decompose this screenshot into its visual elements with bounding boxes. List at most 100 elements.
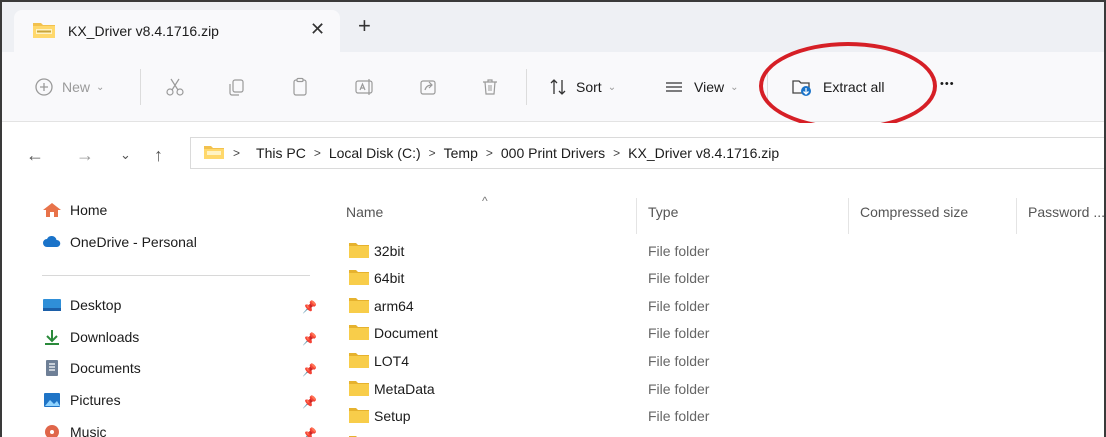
- folder-icon: [348, 407, 370, 424]
- home-icon: [42, 202, 62, 218]
- sidebar-item-label: Downloads: [70, 329, 140, 345]
- file-type: File folder: [648, 243, 710, 259]
- column-divider[interactable]: [1016, 198, 1017, 234]
- file-name: 32bit: [374, 243, 405, 259]
- column-header-password[interactable]: Password ...: [1028, 204, 1104, 220]
- pin-icon[interactable]: 📌: [302, 332, 317, 346]
- pin-icon[interactable]: 📌: [302, 427, 317, 437]
- list-item[interactable]: Document File folder: [326, 320, 1104, 347]
- divider: [526, 69, 527, 105]
- list-item[interactable]: Setup File folder: [326, 403, 1104, 430]
- forward-arrow-icon[interactable]: →: [76, 145, 94, 166]
- list-item[interactable]: MetaData File folder: [326, 376, 1104, 403]
- address-bar[interactable]: > This PC > Local Disk (C:) > Temp > 000…: [190, 137, 1104, 169]
- more-options-button[interactable]: •••: [940, 78, 955, 90]
- view-label: View: [694, 79, 725, 95]
- zip-folder-icon: [203, 144, 225, 163]
- sidebar-item-documents[interactable]: Documents: [42, 360, 141, 376]
- breadcrumb-temp[interactable]: Temp: [444, 145, 478, 161]
- chevron-down-icon: ⌄: [607, 81, 617, 93]
- file-type: File folder: [648, 408, 710, 424]
- file-list: ^ Name Type Compressed size Password ...…: [326, 184, 1104, 437]
- new-tab-button[interactable]: +: [358, 13, 371, 39]
- list-item[interactable]: [326, 431, 1104, 437]
- cut-button[interactable]: [165, 77, 185, 97]
- view-lines-icon: [666, 82, 682, 92]
- column-divider[interactable]: [636, 198, 637, 234]
- desktop-icon: [42, 297, 62, 313]
- breadcrumb-chevron-icon: >: [428, 146, 436, 160]
- documents-icon: [42, 360, 62, 376]
- back-arrow-icon[interactable]: ←: [26, 145, 44, 166]
- column-header-type[interactable]: Type: [648, 204, 678, 220]
- sort-label: Sort: [576, 79, 602, 95]
- new-button[interactable]: New ⌄: [34, 77, 104, 97]
- folder-icon: [348, 352, 370, 369]
- chevron-down-icon: ⌄: [730, 81, 739, 93]
- sidebar-item-label: Music: [70, 424, 107, 437]
- command-bar: New ⌄ Sort ⌄ View ⌄ Extract all •••: [2, 52, 1104, 122]
- sort-button[interactable]: Sort ⌄: [548, 77, 616, 97]
- file-type: File folder: [648, 353, 710, 369]
- scissors-icon: [166, 78, 184, 96]
- breadcrumb-print-drivers[interactable]: 000 Print Drivers: [501, 145, 605, 161]
- delete-button[interactable]: [480, 77, 500, 97]
- share-icon: [420, 80, 436, 95]
- list-item[interactable]: LOT4 File folder: [326, 348, 1104, 375]
- list-item[interactable]: arm64 File folder: [326, 293, 1104, 320]
- folder-icon: [348, 380, 370, 397]
- view-button[interactable]: View ⌄: [664, 77, 738, 97]
- address-row: ← → ⌄ ↑ > This PC > Local Disk (C:) > Te…: [2, 123, 1104, 183]
- folder-icon: [348, 242, 370, 259]
- sidebar-item-downloads[interactable]: Downloads: [42, 329, 139, 345]
- sidebar-item-onedrive[interactable]: OneDrive - Personal: [42, 234, 197, 250]
- sort-ascending-caret-icon: ^: [482, 194, 488, 208]
- pin-icon[interactable]: 📌: [302, 300, 317, 314]
- breadcrumb-zip[interactable]: KX_Driver v8.4.1716.zip: [628, 145, 779, 161]
- navigation-pane: Home OneDrive - Personal Desktop 📌 Downl…: [2, 184, 324, 437]
- tab-strip: KX_Driver v8.4.1716.zip ✕ +: [2, 2, 1104, 52]
- breadcrumb-chevron-icon: >: [613, 146, 621, 160]
- file-type: File folder: [648, 381, 710, 397]
- tab-title: KX_Driver v8.4.1716.zip: [68, 23, 219, 39]
- highlight-circle-annotation: [759, 42, 937, 130]
- breadcrumb-chevron-icon: >: [313, 146, 321, 160]
- paste-button[interactable]: [290, 77, 310, 97]
- list-item[interactable]: 64bit File folder: [326, 265, 1104, 292]
- file-name: MetaData: [374, 381, 435, 397]
- column-divider[interactable]: [848, 198, 849, 234]
- breadcrumb-this-pc[interactable]: This PC: [256, 145, 306, 161]
- breadcrumb-local-disk[interactable]: Local Disk (C:): [329, 145, 421, 161]
- rename-button[interactable]: [354, 77, 376, 97]
- file-type: File folder: [648, 298, 710, 314]
- trash-icon: [483, 79, 497, 95]
- sort-arrows-icon: [550, 79, 566, 95]
- column-header-compressed-size[interactable]: Compressed size: [860, 204, 968, 220]
- share-button[interactable]: [418, 77, 438, 97]
- plus-circle-icon: [35, 78, 53, 96]
- chevron-down-icon: ⌄: [96, 81, 105, 93]
- folder-icon: [348, 297, 370, 314]
- divider: [140, 69, 141, 105]
- sidebar-item-pictures[interactable]: Pictures: [42, 392, 121, 408]
- folder-icon: [348, 324, 370, 341]
- file-type: File folder: [648, 270, 710, 286]
- sidebar-item-home[interactable]: Home: [42, 202, 107, 218]
- sidebar-item-music[interactable]: Music: [42, 424, 107, 437]
- pin-icon[interactable]: 📌: [302, 395, 317, 409]
- cloud-icon: [42, 234, 62, 250]
- pictures-icon: [42, 392, 62, 408]
- list-item[interactable]: 32bit File folder: [326, 238, 1104, 265]
- tab-zip[interactable]: KX_Driver v8.4.1716.zip ✕: [14, 10, 340, 52]
- column-header-name[interactable]: Name: [346, 204, 383, 220]
- sidebar-item-label: Pictures: [70, 392, 121, 408]
- up-arrow-icon[interactable]: ↑: [154, 145, 163, 166]
- pin-icon[interactable]: 📌: [302, 363, 317, 377]
- copy-button[interactable]: [226, 77, 246, 97]
- sidebar-item-desktop[interactable]: Desktop: [42, 297, 121, 313]
- tab-close-icon[interactable]: ✕: [310, 19, 325, 40]
- sidebar-item-label: Home: [70, 202, 108, 218]
- copy-icon: [229, 79, 244, 96]
- divider: [42, 275, 310, 276]
- recent-locations-chevron-icon[interactable]: ⌄: [120, 147, 131, 163]
